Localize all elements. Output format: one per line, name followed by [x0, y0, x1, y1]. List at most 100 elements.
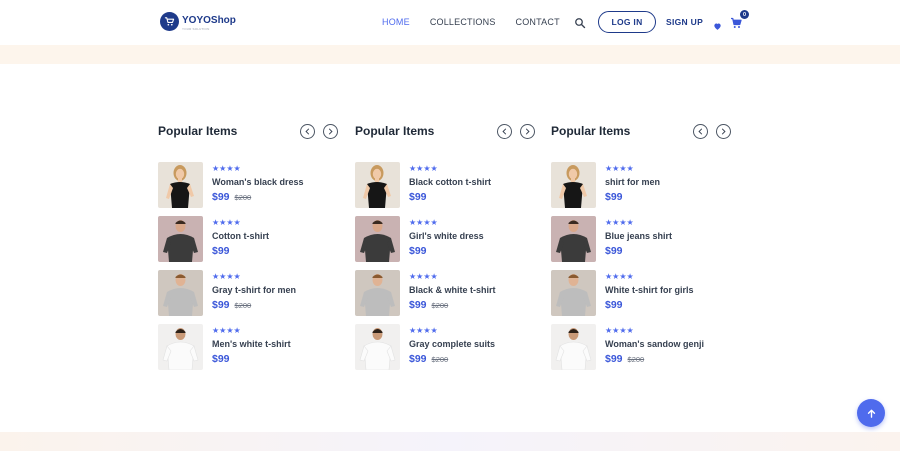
product-image[interactable] — [158, 324, 203, 370]
chevron-left-icon — [305, 128, 310, 134]
rating-stars: ★★★★ — [605, 218, 634, 227]
next-button[interactable] — [323, 123, 338, 139]
nav-collections[interactable]: COLLECTIONS — [430, 17, 496, 27]
prev-button[interactable] — [693, 123, 708, 139]
section-title: Popular Items — [551, 124, 631, 138]
cart-button[interactable]: 0 — [730, 10, 750, 28]
product-item[interactable]: ★★★★ shirt for men $99 — [551, 162, 731, 208]
product-name[interactable]: Men's white t-shirt — [212, 339, 291, 350]
product-price: $99 — [409, 299, 427, 311]
product-name[interactable]: Blue jeans shirt — [605, 231, 672, 242]
product-old-price: $200 — [627, 355, 645, 364]
chevron-right-icon — [721, 128, 726, 134]
product-price: $99 — [212, 353, 230, 365]
next-button[interactable] — [520, 123, 535, 139]
product-old-price: $200 — [431, 355, 449, 364]
logo[interactable]: YOYOShop YOUR SOLUTION — [160, 11, 236, 31]
hero-band — [0, 45, 900, 64]
prev-button[interactable] — [497, 123, 512, 139]
product-price: $99 — [605, 299, 623, 311]
chevron-right-icon — [328, 128, 333, 134]
product-item[interactable]: ★★★★ Men's white t-shirt $99 — [158, 324, 338, 370]
product-old-price: $200 — [431, 301, 449, 310]
product-item[interactable]: ★★★★ White t-shirt for girls $99 — [551, 270, 731, 316]
product-image[interactable] — [355, 162, 400, 208]
product-name[interactable]: White t-shirt for girls — [605, 285, 694, 296]
product-item[interactable]: ★★★★ Woman's black dress $99 $200 — [158, 162, 338, 208]
product-image[interactable] — [355, 270, 400, 316]
product-old-price: $200 — [234, 193, 252, 202]
product-item[interactable]: ★★★★ Woman's sandow genji $99 $200 — [551, 324, 731, 370]
chevron-right-icon — [525, 128, 530, 134]
prev-button[interactable] — [300, 123, 315, 139]
footer-band — [0, 432, 900, 451]
logo-tagline: YOUR SOLUTION — [182, 27, 210, 31]
section-title: Popular Items — [355, 124, 435, 138]
logo-brand-bold: YOYO — [182, 15, 211, 26]
rating-stars: ★★★★ — [605, 326, 634, 335]
arrow-up-icon — [867, 409, 875, 418]
login-button[interactable]: LOG IN — [598, 11, 656, 33]
product-price: $99 — [605, 353, 623, 365]
chevron-left-icon — [502, 128, 507, 134]
product-name[interactable]: Woman's sandow genji — [605, 339, 704, 350]
product-item[interactable]: ★★★★ Blue jeans shirt $99 — [551, 216, 731, 262]
product-image[interactable] — [158, 216, 203, 262]
chevron-left-icon — [698, 128, 703, 134]
popular-items-column-1: Popular Items ★★★★ Woman's black dress $… — [158, 122, 338, 370]
rating-stars: ★★★★ — [212, 272, 241, 281]
product-item[interactable]: ★★★★ Black & white t-shirt $99 $200 — [355, 270, 535, 316]
product-price: $99 — [212, 245, 230, 257]
product-image[interactable] — [551, 324, 596, 370]
site-header: YOYOShop YOUR SOLUTION HOME COLLECTIONS … — [0, 0, 900, 45]
product-name[interactable]: Black & white t-shirt — [409, 285, 496, 296]
product-price: $99 — [605, 191, 623, 203]
product-price: $99 — [605, 245, 623, 257]
product-name[interactable]: Gray t-shirt for men — [212, 285, 296, 296]
rating-stars: ★★★★ — [212, 326, 241, 335]
product-name[interactable]: Black cotton t-shirt — [409, 177, 491, 188]
next-button[interactable] — [716, 123, 731, 139]
product-name[interactable]: Woman's black dress — [212, 177, 304, 188]
signup-link[interactable]: SIGN UP — [666, 17, 703, 27]
product-old-price: $200 — [234, 301, 252, 310]
nav-home[interactable]: HOME — [382, 17, 410, 27]
heart-icon[interactable] — [713, 18, 722, 30]
product-name[interactable]: Cotton t-shirt — [212, 231, 269, 242]
product-item[interactable]: ★★★★ Girl's white dress $99 — [355, 216, 535, 262]
product-image[interactable] — [551, 162, 596, 208]
product-item[interactable]: ★★★★ Gray complete suits $99 $200 — [355, 324, 535, 370]
search-icon[interactable] — [574, 16, 586, 29]
header-actions: LOG IN SIGN UP 0 — [574, 10, 750, 33]
product-price: $99 — [409, 245, 427, 257]
rating-stars: ★★★★ — [212, 164, 241, 173]
rating-stars: ★★★★ — [212, 218, 241, 227]
scroll-to-top-button[interactable] — [857, 399, 885, 427]
rating-stars: ★★★★ — [605, 272, 634, 281]
product-item[interactable]: ★★★★ Black cotton t-shirt $99 — [355, 162, 535, 208]
rating-stars: ★★★★ — [605, 164, 634, 173]
product-image[interactable] — [158, 162, 203, 208]
popular-items-column-3: Popular Items ★★★★ shirt for men $99 ★★★… — [551, 122, 731, 370]
rating-stars: ★★★★ — [409, 164, 438, 173]
cart-icon — [730, 16, 742, 33]
product-price: $99 — [212, 299, 230, 311]
product-image[interactable] — [355, 216, 400, 262]
product-price: $99 — [212, 191, 230, 203]
product-image[interactable] — [158, 270, 203, 316]
product-image[interactable] — [551, 216, 596, 262]
product-price: $99 — [409, 191, 427, 203]
product-name[interactable]: Girl's white dress — [409, 231, 484, 242]
logo-brand-rest: Shop — [210, 15, 236, 26]
cart-count-badge: 0 — [740, 10, 750, 19]
product-item[interactable]: ★★★★ Gray t-shirt for men $99 $200 — [158, 270, 338, 316]
product-name[interactable]: Gray complete suits — [409, 339, 495, 350]
product-image[interactable] — [551, 270, 596, 316]
rating-stars: ★★★★ — [409, 326, 438, 335]
product-name[interactable]: shirt for men — [605, 177, 660, 188]
nav-contact[interactable]: CONTACT — [516, 17, 560, 27]
product-image[interactable] — [355, 324, 400, 370]
product-item[interactable]: ★★★★ Cotton t-shirt $99 — [158, 216, 338, 262]
cart-logo-icon — [160, 11, 179, 31]
section-title: Popular Items — [158, 124, 238, 138]
